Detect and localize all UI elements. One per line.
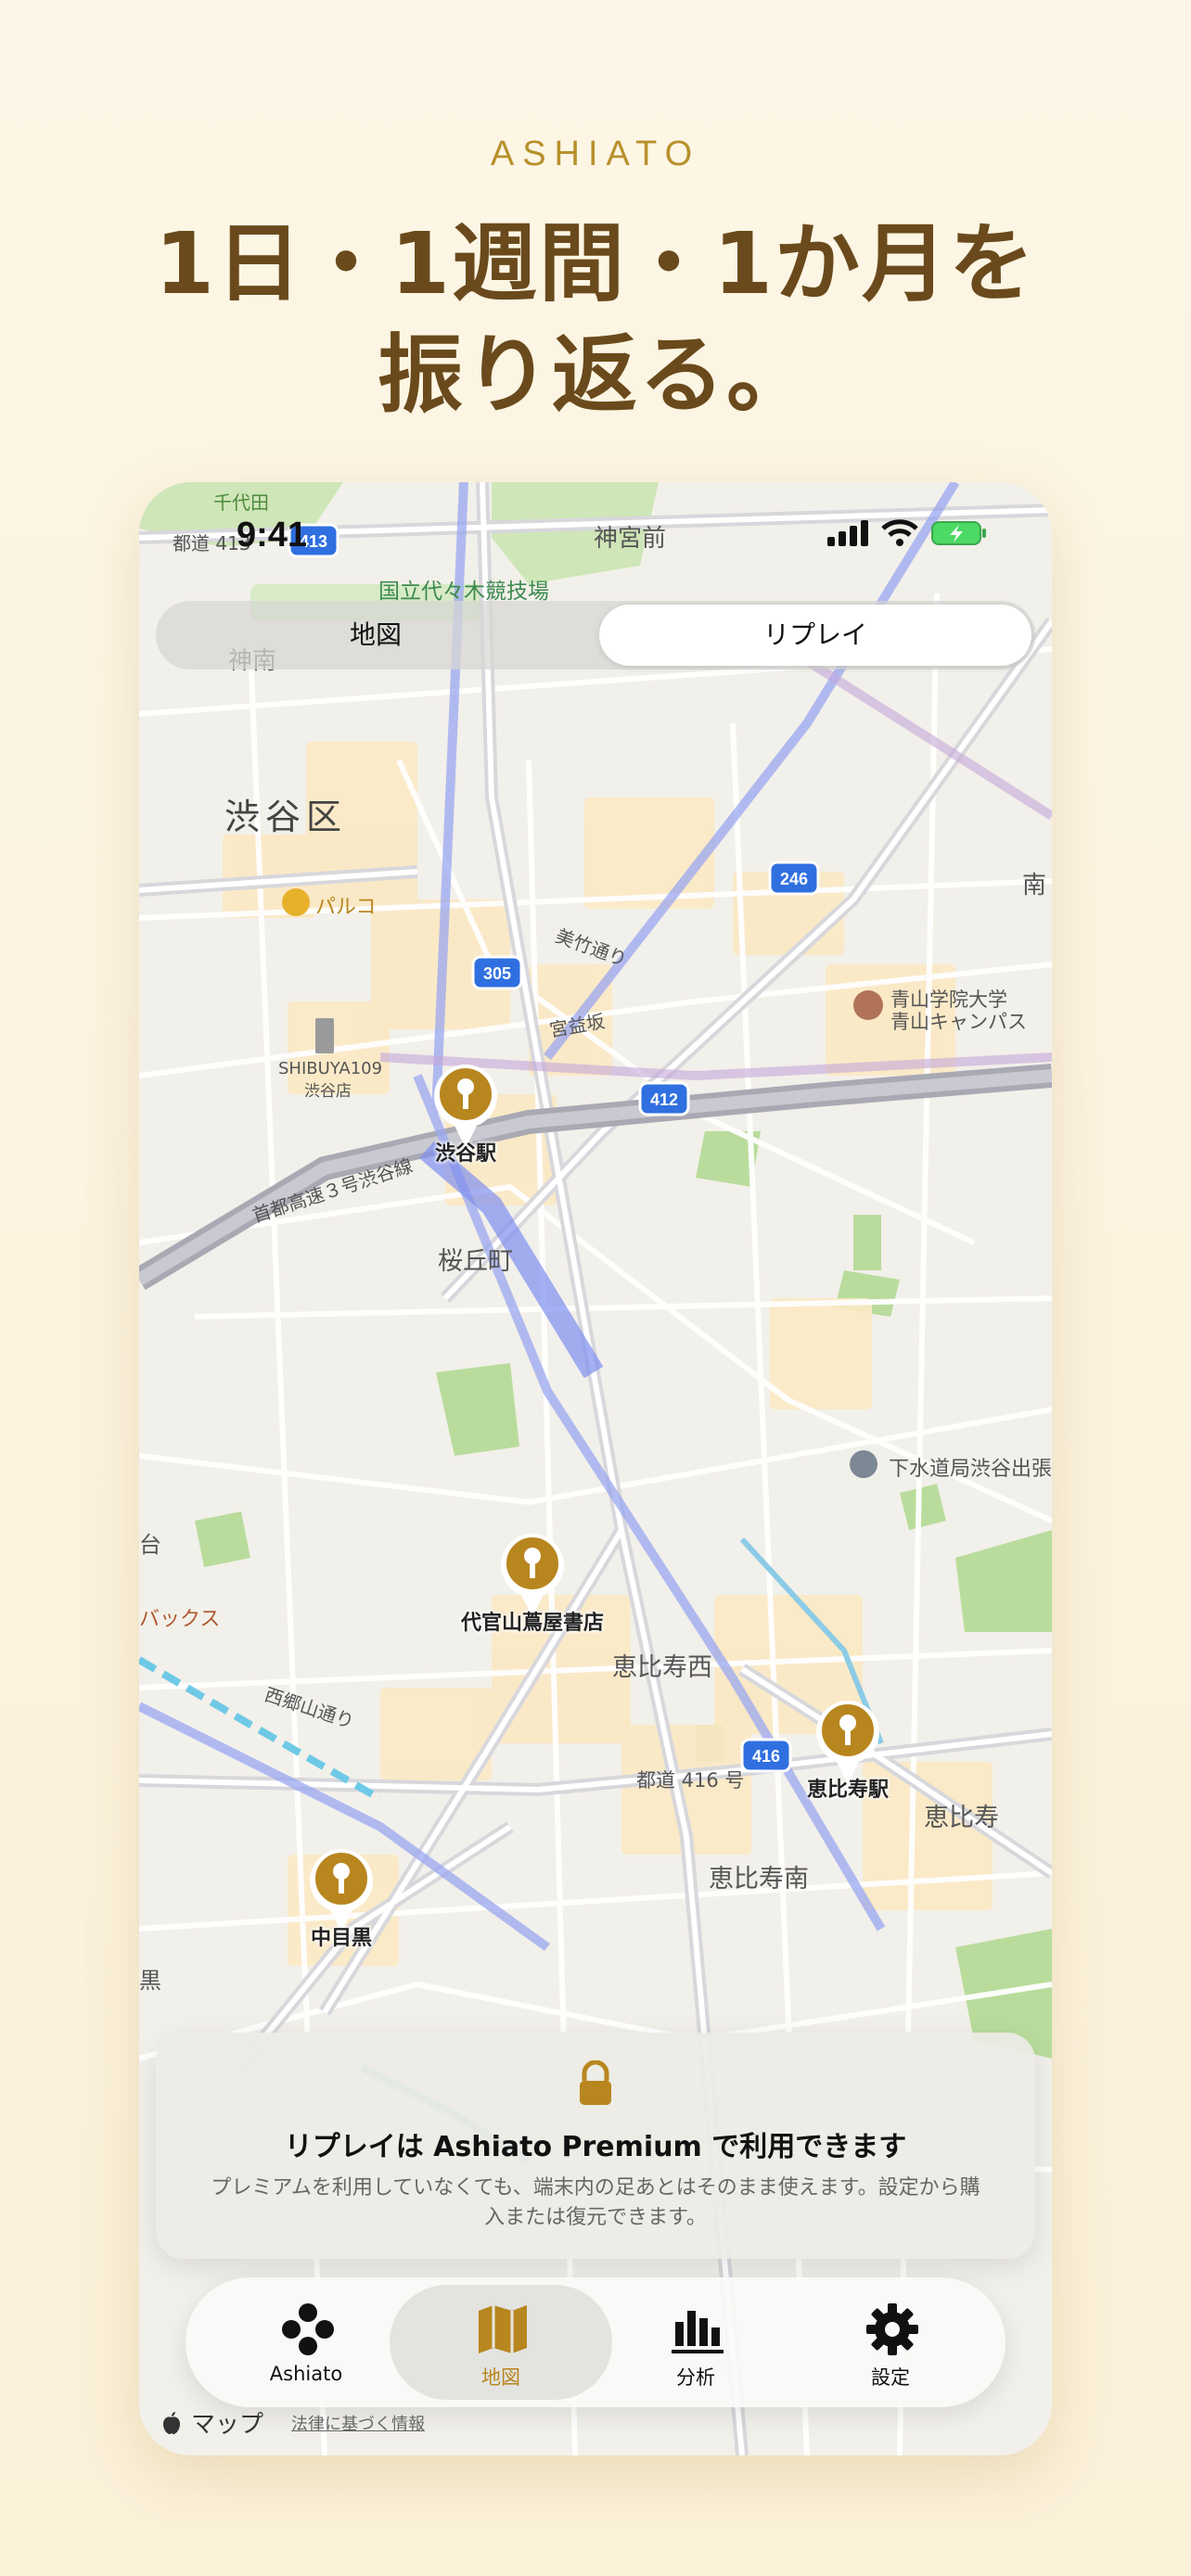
map-label-gesuido: 下水道局渋谷出張 [889, 1458, 1052, 1481]
map-label-route416: 都道 416 号 [636, 1769, 745, 1792]
tab-label-map: 地図 [481, 2366, 520, 2389]
map-label-ebisu-nishi: 恵比寿西 [612, 1653, 712, 1682]
maps-label: マップ [191, 2411, 264, 2439]
battery-charging-icon [931, 521, 986, 545]
pin-label-shibuya: 渋谷駅 [434, 1142, 497, 1166]
building-icon [315, 1018, 334, 1053]
map-label-parco: パルコ [315, 896, 377, 919]
maps-attribution: マップ 法律に基づく情報 [161, 2405, 425, 2440]
map-label-ebisu-minami: 恵比寿南 [709, 1865, 809, 1894]
apple-logo-icon [163, 2411, 180, 2434]
tab-label-analysis: 分析 [676, 2366, 715, 2389]
status-bar: 9:41 [139, 482, 1052, 584]
university-icon [853, 990, 883, 1020]
phone-screen: 246 305 412 416 413 神宮前 都道 413 千代田 国立代々木… [139, 482, 1052, 2455]
segment-replay[interactable]: リプレイ [599, 605, 1031, 666]
gear-icon [866, 2303, 918, 2355]
tab-label-ashiato: Ashiato [269, 2363, 343, 2385]
map-replay-segmented-control: 地図 リプレイ [156, 601, 1035, 670]
segment-map[interactable]: 地図 [160, 605, 592, 666]
headline-line-1: 1日・1週間・1か月を [154, 214, 1037, 313]
route-246-shield: 246 [780, 870, 808, 888]
pin-label-ebisu: 恵比寿駅 [806, 1779, 890, 1802]
tab-ashiato[interactable]: Ashiato [195, 2285, 417, 2400]
map-label-shibuya-ku: 渋谷区 [224, 797, 348, 837]
map-label-aoyama2: 青山キャンパス [890, 1011, 1027, 1033]
legal-info-link[interactable]: 法律に基づく情報 [291, 2411, 425, 2435]
office-icon [850, 1450, 877, 1478]
map-label-shibuya109-2: 渋谷店 [304, 1082, 352, 1101]
svg-text:416: 416 [752, 1747, 780, 1766]
tab-settings[interactable]: 設定 [779, 2285, 1002, 2400]
pin-label-daikanyama: 代官山蔦屋書店 [460, 1612, 605, 1635]
map-label-ebisu: 恵比寿 [924, 1804, 999, 1832]
cellular-signal-icon [827, 520, 868, 546]
svg-text:412: 412 [650, 1090, 678, 1109]
map-label-minami: 南 [1022, 872, 1047, 899]
status-time: 9:41 [237, 516, 308, 555]
premium-description: プレミアムを利用していなくても、端末内の足あとはそのまま使えます。設定から購入ま… [211, 2176, 980, 2229]
map-label-kuro: 黒 [139, 1968, 161, 1994]
tab-map[interactable]: 地図 [390, 2285, 612, 2400]
tab-analysis[interactable]: 分析 [584, 2285, 807, 2400]
wifi-icon [881, 519, 918, 546]
headline-line-2: 振り返る。 [377, 325, 813, 425]
premium-title: リプレイは Ashiato Premium で利用できます [284, 2131, 907, 2163]
lock-icon [580, 2060, 611, 2105]
map-label-sakuragaoka: 桜丘町 [438, 1247, 513, 1276]
tab-label-settings: 設定 [871, 2366, 910, 2389]
pin-label-nakameguro: 中目黒 [310, 1927, 373, 1950]
map-icon [479, 2305, 527, 2353]
chart-icon [672, 2311, 724, 2353]
parco-icon [282, 888, 310, 916]
map-label-shibuya109: SHIBUYA109 [278, 1059, 383, 1078]
map-label-dai: 台 [139, 1532, 161, 1558]
eyebrow-label: ASHIATO [490, 134, 701, 173]
tab-bar: Ashiato 地図 分析 設定 [186, 2277, 1005, 2407]
map-label-backs: バックス [139, 1608, 221, 1631]
ashiato-icon [282, 2303, 334, 2355]
premium-upsell-card: リプレイは Ashiato Premium で利用できます プレミアムを利用して… [156, 2033, 1035, 2259]
svg-text:305: 305 [483, 964, 511, 983]
